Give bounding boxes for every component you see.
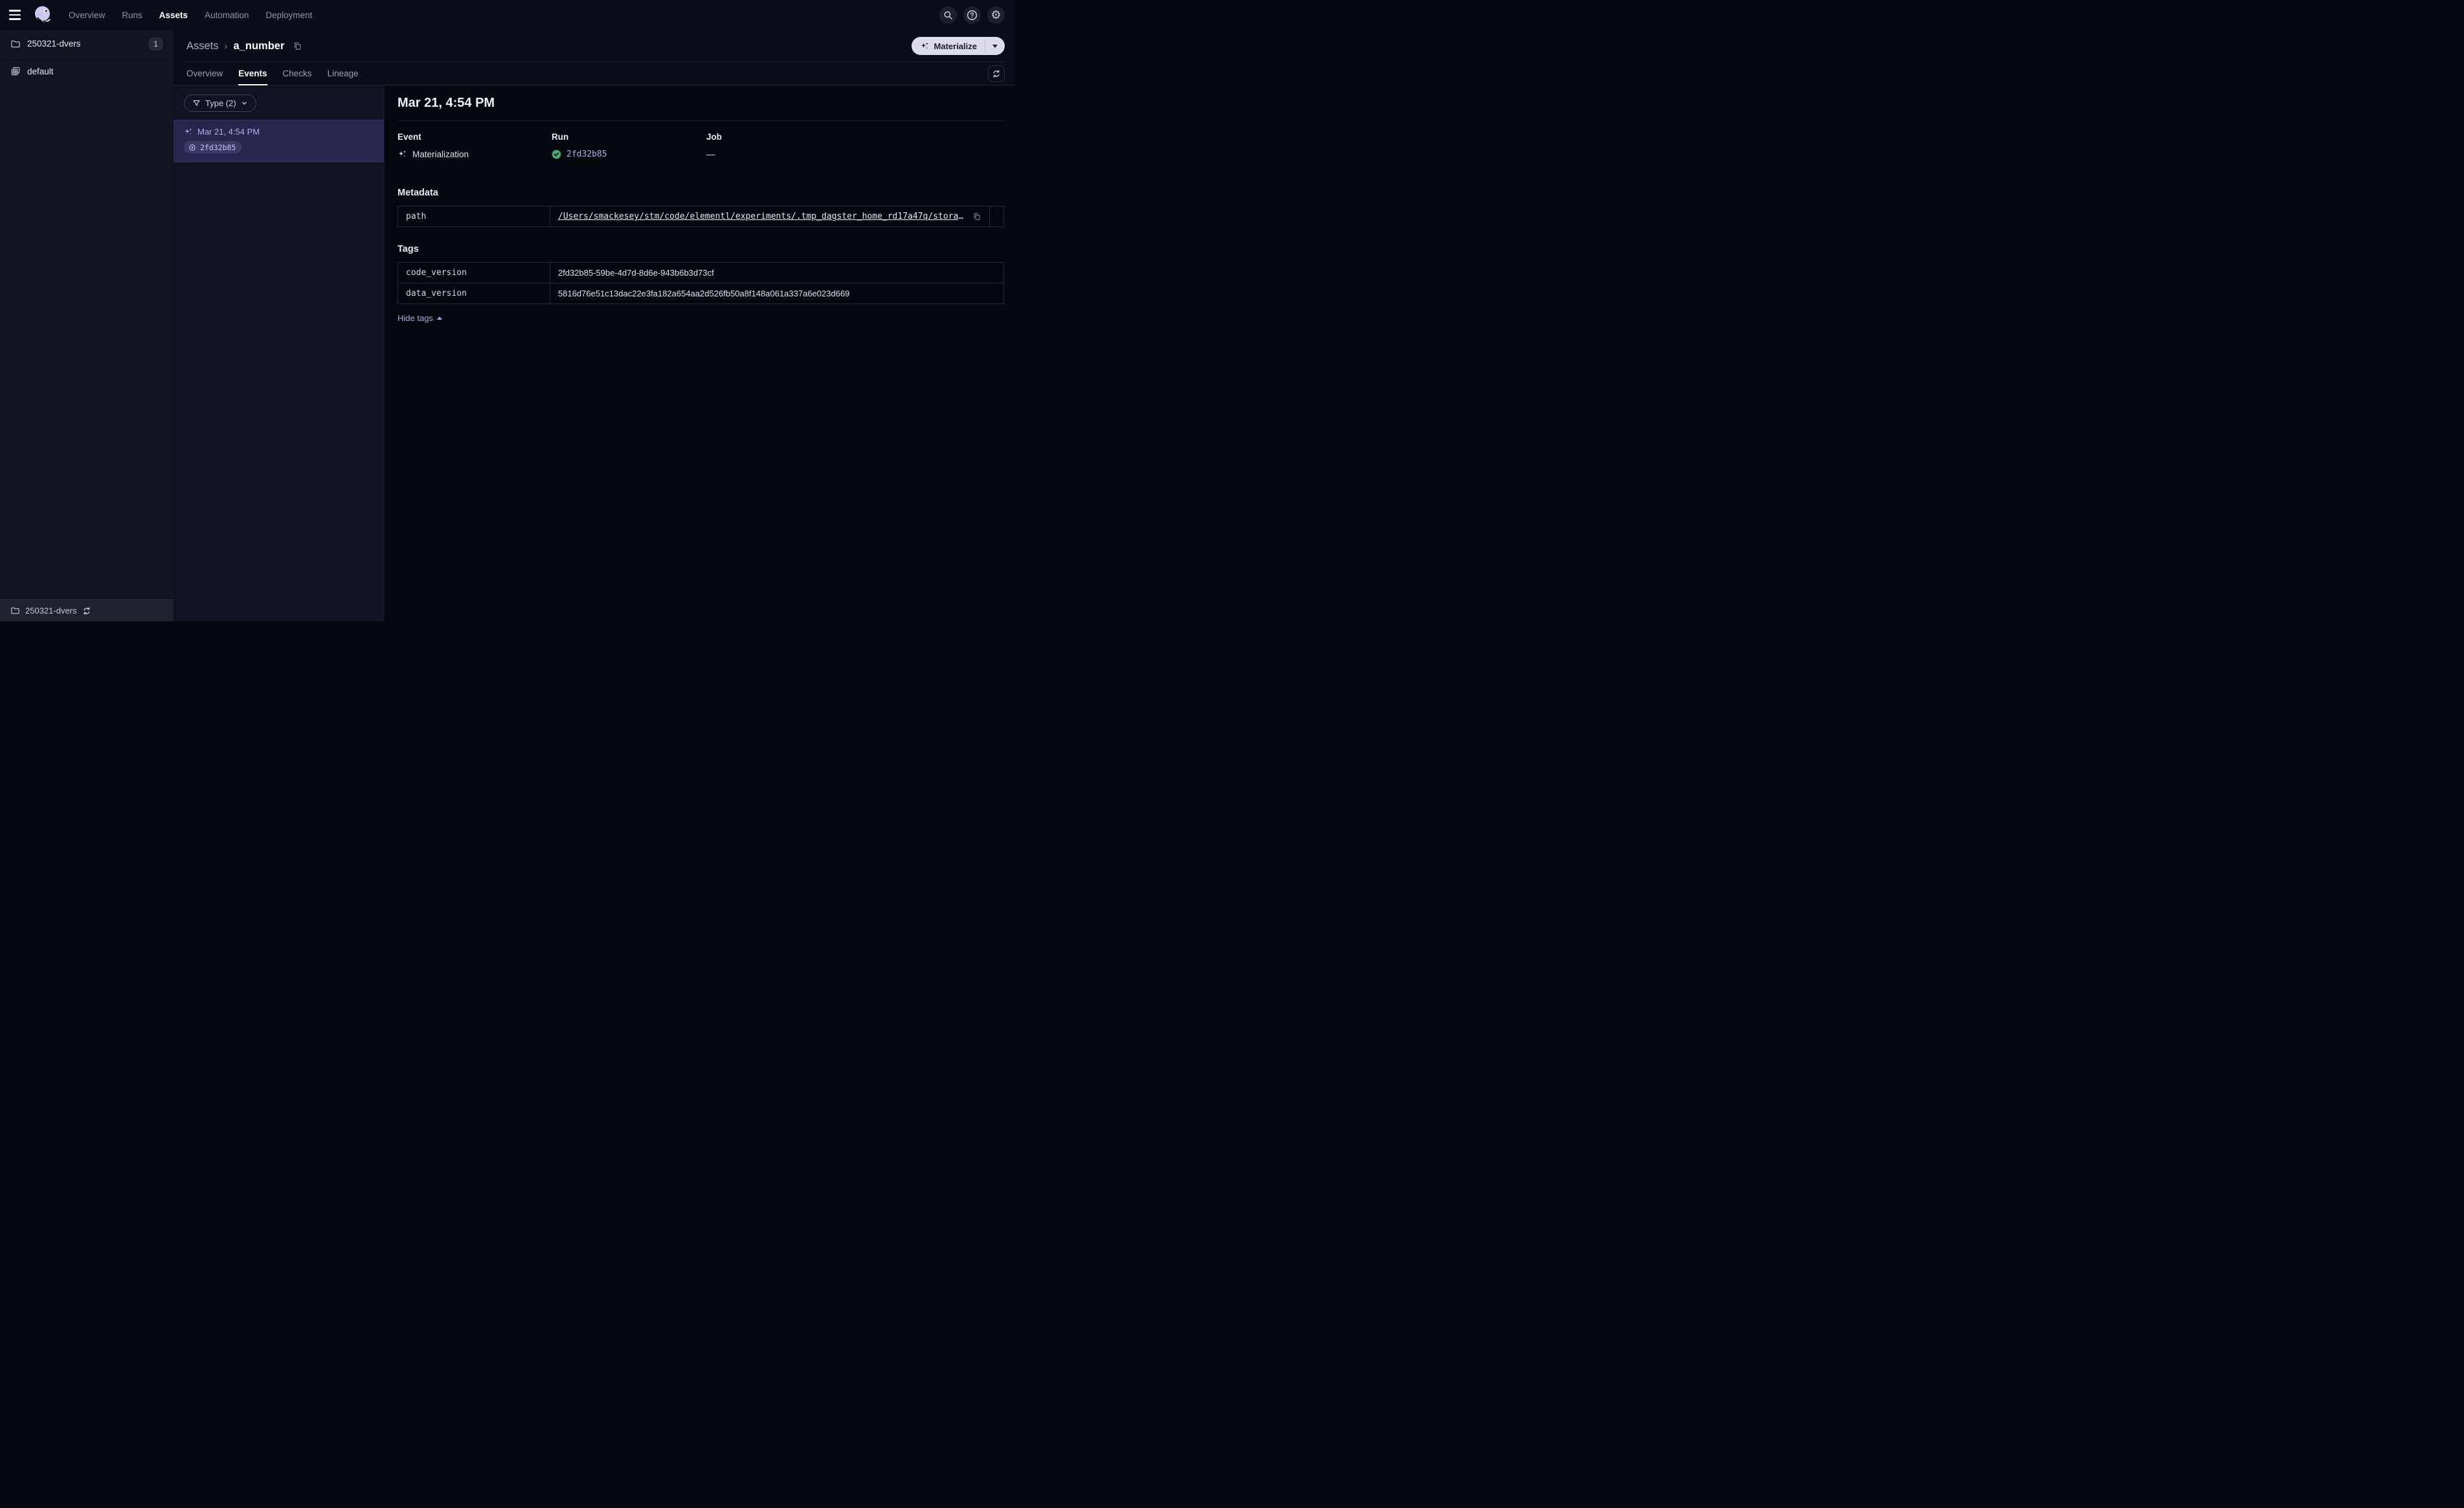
asset-group-icon <box>10 66 21 76</box>
metadata-key: path <box>398 206 550 227</box>
chevron-down-icon <box>992 44 998 48</box>
folder-icon <box>10 39 21 49</box>
dagster-logo-icon <box>35 6 51 23</box>
tag-value: 5816d76e51c13dac22e3fa182a654aa2d526fb50… <box>558 289 850 298</box>
job-value: — <box>706 150 715 159</box>
tab-overview[interactable]: Overview <box>186 62 223 85</box>
materialization-sparkle-icon <box>398 150 407 157</box>
nav-icon-group: ⚙ <box>939 6 1005 24</box>
sidebar-item-label: default <box>27 66 54 76</box>
top-nav: Overview Runs Assets Automation Deployme… <box>0 0 1015 30</box>
footer-location-label: 250321-dvers <box>25 606 77 615</box>
run-target-icon <box>189 144 196 151</box>
run-id-badge[interactable]: 2fd32b85 <box>184 141 242 153</box>
reload-location-icon[interactable] <box>82 606 91 615</box>
metadata-table: path /Users/smackesey/stm/code/elementl/… <box>398 206 1004 227</box>
sparkle-icon <box>920 41 928 49</box>
run-link[interactable]: 2fd32b85 <box>566 150 607 159</box>
settings-button[interactable]: ⚙ <box>987 6 1005 24</box>
search-icon <box>944 11 952 19</box>
table-gutter <box>989 206 1003 227</box>
materialize-button[interactable]: Materialize <box>912 37 985 55</box>
sidebar-item-default[interactable]: default <box>0 58 174 84</box>
chevron-up-icon <box>436 316 442 320</box>
tab-lineage[interactable]: Lineage <box>328 62 359 85</box>
tags-heading: Tags <box>398 244 419 254</box>
event-column-label: Event <box>398 132 421 142</box>
app-screen: Overview Runs Assets Automation Deployme… <box>0 0 1015 621</box>
gear-icon: ⚙ <box>991 8 1002 21</box>
breadcrumb-separator: › <box>224 40 228 52</box>
sidebar-footer[interactable]: 250321-dvers <box>0 599 174 621</box>
event-summary: Event Materialization Run 2fd32b85 Job — <box>398 132 1004 159</box>
copy-path-icon[interactable] <box>972 212 981 221</box>
breadcrumb: Assets › a_number <box>186 40 302 52</box>
asset-tabs: Overview Events Checks Lineage <box>174 62 1015 85</box>
event-detail-heading: Mar 21, 4:54 PM <box>398 96 495 110</box>
metadata-path-link[interactable]: /Users/smackesey/stm/code/elementl/exper… <box>558 212 965 221</box>
page-title: a_number <box>233 39 285 52</box>
nav-runs[interactable]: Runs <box>122 10 142 20</box>
event-type-value: Materialization <box>412 150 469 159</box>
run-success-icon <box>552 150 561 159</box>
primary-nav: Overview Runs Assets Automation Deployme… <box>69 10 312 20</box>
asset-sidebar: 250321-dvers 1 default 250321-dvers <box>0 30 174 621</box>
tab-events[interactable]: Events <box>238 62 267 85</box>
event-timestamp: Mar 21, 4:54 PM <box>197 127 260 137</box>
type-filter-button[interactable]: Type (2) <box>184 94 256 112</box>
events-list-panel: Type (2) Mar 21, 4:54 PM 2fd32b85 <box>174 85 385 621</box>
asset-header: Assets › a_number Materialize <box>174 30 1015 62</box>
event-detail-panel: Mar 21, 4:54 PM Event Materialization Ru… <box>385 85 1015 621</box>
hide-tags-label: Hide tags <box>398 313 433 323</box>
event-list-item-selected[interactable]: Mar 21, 4:54 PM 2fd32b85 <box>174 120 384 163</box>
materialize-label: Materialize <box>934 41 977 51</box>
tag-key: code_version <box>398 263 550 283</box>
materialization-sparkle-icon <box>185 128 192 135</box>
materialize-split-button: Materialize <box>911 37 1005 55</box>
tag-key: data_version <box>398 283 550 304</box>
nav-assets[interactable]: Assets <box>159 10 188 20</box>
help-button[interactable] <box>963 6 981 24</box>
folder-icon <box>10 606 20 615</box>
breadcrumb-assets-link[interactable]: Assets <box>186 40 219 52</box>
copy-asset-name-icon[interactable] <box>293 41 302 51</box>
filter-funnel-icon <box>193 100 200 106</box>
hide-tags-link[interactable]: Hide tags <box>398 313 442 323</box>
table-row: code_version 2fd32b85-59be-4d7d-8d6e-943… <box>398 263 1003 283</box>
nav-overview[interactable]: Overview <box>69 10 105 20</box>
divider <box>398 120 1004 121</box>
run-column-label: Run <box>552 132 569 142</box>
menu-icon[interactable] <box>9 7 25 23</box>
tab-checks[interactable]: Checks <box>283 62 312 85</box>
group-name: 250321-dvers <box>27 39 81 49</box>
nav-deployment[interactable]: Deployment <box>265 10 312 20</box>
metadata-heading: Metadata <box>398 188 438 198</box>
materialize-dropdown-button[interactable] <box>985 37 1005 55</box>
run-id-text: 2fd32b85 <box>200 142 236 152</box>
refresh-button[interactable] <box>988 65 1005 82</box>
type-filter-label: Type (2) <box>205 98 236 108</box>
table-row: path /Users/smackesey/stm/code/elementl/… <box>398 206 1003 227</box>
tags-table: code_version 2fd32b85-59be-4d7d-8d6e-943… <box>398 262 1004 304</box>
table-row: data_version 5816d76e51c13dac22e3fa182a6… <box>398 283 1003 304</box>
chevron-down-icon <box>241 102 247 105</box>
job-column-label: Job <box>706 132 722 142</box>
nav-automation[interactable]: Automation <box>205 10 249 20</box>
filter-row: Type (2) <box>174 85 384 120</box>
group-count-badge: 1 <box>148 37 163 50</box>
refresh-icon <box>993 69 1000 78</box>
sidebar-item-group[interactable]: 250321-dvers 1 <box>0 30 174 58</box>
help-icon <box>967 10 978 20</box>
search-button[interactable] <box>939 6 957 24</box>
tag-value: 2fd32b85-59be-4d7d-8d6e-943b6b3d73cf <box>558 268 714 278</box>
